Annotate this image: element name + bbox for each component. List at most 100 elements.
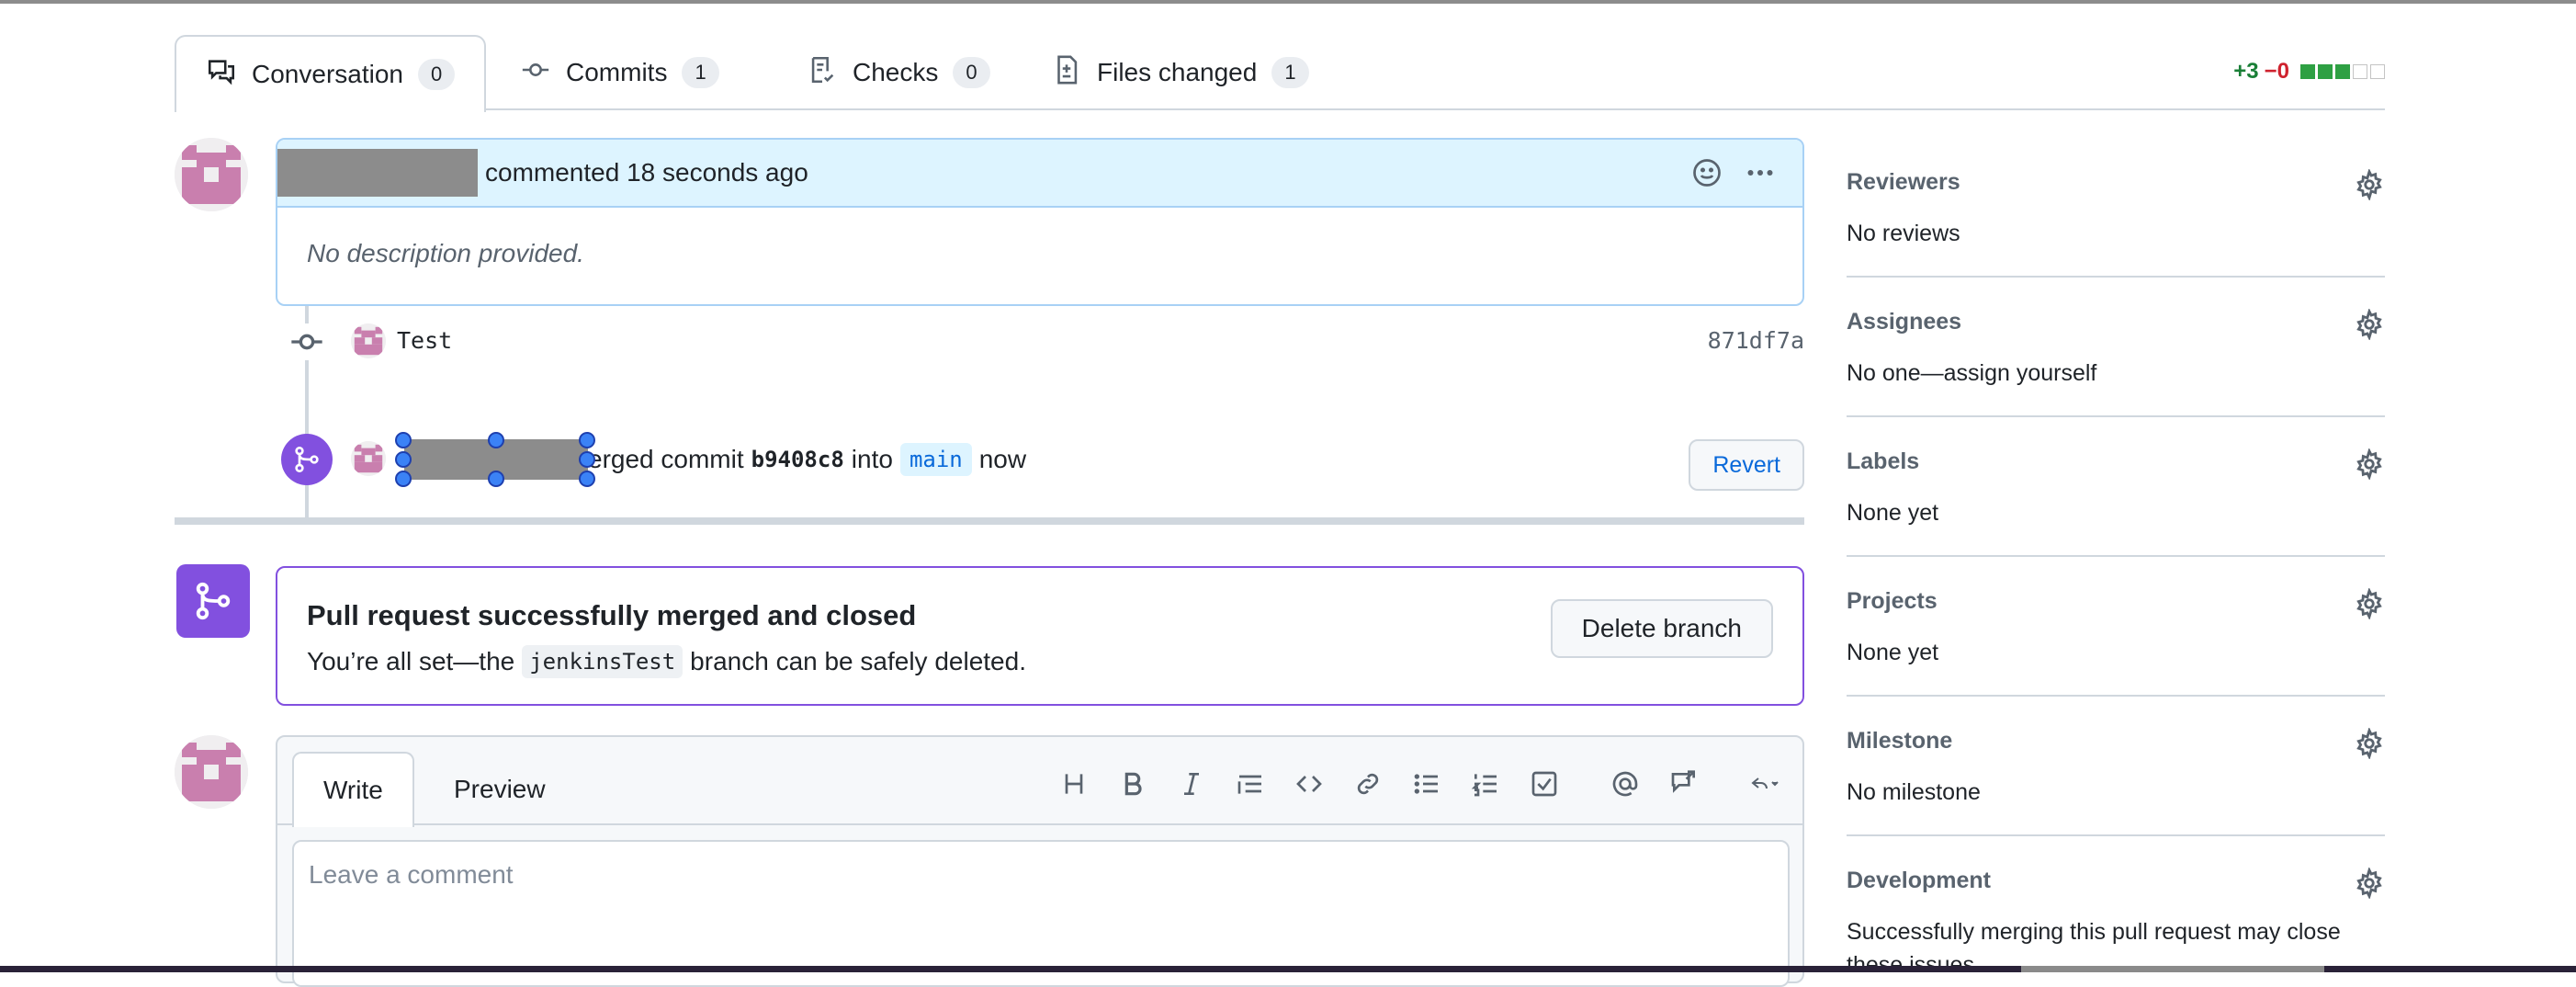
pr-tab-bar: Conversation 0 Commits 1 Checks 0 Files … [175, 35, 2385, 112]
comment-header: commented 18 seconds ago [277, 140, 1802, 208]
sidebar-title: Assignees [1847, 309, 1962, 335]
merged-subtitle-after: branch can be safely deleted. [690, 647, 1026, 675]
tab-preview[interactable]: Preview [424, 752, 575, 827]
tab-checks[interactable]: Checks 0 [777, 35, 1020, 110]
commit-sha-link[interactable]: 871df7a [1708, 327, 1804, 354]
timeline-divider [175, 517, 1804, 525]
diffstat-blocks [2300, 64, 2385, 79]
tab-write[interactable]: Write [292, 752, 414, 827]
sidebar-value: None yet [1847, 500, 1939, 526]
sidebar-value[interactable]: No one—assign yourself [1847, 357, 2361, 390]
selection-handle[interactable] [395, 451, 412, 468]
window-bottom-segment [2021, 966, 2324, 972]
sidebar-value: No milestone [1847, 779, 1981, 805]
selection-handle[interactable] [579, 432, 595, 448]
tab-commits[interactable]: Commits 1 [491, 35, 749, 110]
comment-discussion-icon [206, 56, 237, 94]
tab-conversation[interactable]: Conversation 0 [175, 35, 487, 112]
git-merge-icon [281, 434, 333, 485]
diffstat-block [2370, 64, 2385, 79]
pr-sidebar: Reviewers No reviews Assignees No one—as… [1847, 138, 2385, 978]
merge-description: erged commit b9408c8 into main now [395, 432, 1026, 487]
avatar[interactable] [351, 323, 386, 358]
diffstat-block [2335, 64, 2350, 79]
file-diff-icon [1051, 54, 1082, 92]
sidebar-assignees: Assignees No one—assign yourself [1847, 278, 2385, 417]
gear-icon[interactable] [2354, 168, 2385, 201]
sidebar-title: Projects [1847, 588, 1938, 614]
selection-handle[interactable] [579, 471, 595, 487]
sidebar-reviewers: Reviewers No reviews [1847, 138, 2385, 278]
tab-label: Files changed [1097, 58, 1258, 86]
markdown-toolbar [1053, 763, 1786, 805]
comment-meta[interactable]: commented 18 seconds ago [485, 158, 808, 187]
selection-handle[interactable] [488, 471, 504, 487]
pr-description-comment: commented 18 seconds ago No description … [276, 138, 1804, 306]
redacted-username [277, 149, 478, 197]
gear-icon[interactable] [2354, 727, 2385, 760]
commit-message-link[interactable]: Test [397, 327, 452, 354]
merge-commit-sha-link[interactable]: b9408c8 [751, 447, 844, 472]
kebab-horizontal-icon[interactable] [1744, 156, 1777, 196]
commit-icon [520, 54, 551, 92]
diffstat-additions: +3 [2233, 59, 2259, 84]
merge-into-text: into [851, 445, 893, 473]
merged-status-box: Pull request successfully merged and clo… [276, 566, 1804, 706]
code-icon[interactable] [1288, 763, 1330, 805]
tab-label: Conversation [252, 60, 403, 88]
avatar[interactable] [175, 138, 248, 211]
window-bottom-edge [0, 966, 2576, 972]
unordered-list-icon[interactable] [1406, 763, 1448, 805]
comment-body: No description provided. [307, 239, 584, 267]
smiley-icon[interactable] [1690, 156, 1723, 196]
sidebar-development: Development Successfully merging this pu… [1847, 836, 2385, 978]
git-commit-icon [288, 323, 325, 360]
revert-button[interactable]: Revert [1689, 439, 1804, 491]
gear-icon[interactable] [2354, 308, 2385, 341]
selection-handle[interactable] [488, 432, 504, 448]
comment-actions [1690, 156, 1777, 196]
diffstat-deletions: −0 [2264, 59, 2289, 84]
sidebar-value: No reviews [1847, 221, 1960, 246]
sidebar-title: Development [1847, 868, 1991, 893]
diffstat[interactable]: +3 −0 [2233, 59, 2385, 85]
merged-subtitle-before: You’re all set—the [307, 647, 515, 675]
gear-icon[interactable] [2354, 867, 2385, 900]
heading-icon[interactable] [1053, 763, 1095, 805]
selection-handle[interactable] [395, 471, 412, 487]
link-icon[interactable] [1347, 763, 1389, 805]
diffstat-block [2300, 64, 2315, 79]
base-branch-label[interactable]: main [899, 443, 972, 476]
gear-icon[interactable] [2354, 448, 2385, 481]
merge-time[interactable]: now [979, 445, 1026, 474]
redacted-username-selection[interactable] [395, 432, 595, 487]
mention-icon[interactable] [1604, 763, 1646, 805]
tab-counter: 0 [953, 57, 990, 88]
editor-tabs: Write Preview [277, 737, 1802, 827]
window-top-border [0, 0, 2576, 4]
quote-icon[interactable] [1229, 763, 1271, 805]
merged-title: Pull request successfully merged and clo… [307, 599, 917, 631]
tab-counter: 1 [682, 57, 719, 88]
timeline-merge-event: erged commit b9408c8 into main now Rever… [281, 432, 1804, 491]
gear-icon[interactable] [2354, 587, 2385, 620]
bold-icon[interactable] [1112, 763, 1154, 805]
sidebar-projects: Projects None yet [1847, 557, 2385, 697]
avatar[interactable] [175, 735, 248, 809]
selection-handle[interactable] [395, 432, 412, 448]
task-list-icon[interactable] [1523, 763, 1565, 805]
ordered-list-icon[interactable] [1464, 763, 1507, 805]
delete-branch-button[interactable]: Delete branch [1550, 599, 1773, 658]
tab-counter: 1 [1271, 57, 1309, 88]
selection-handle[interactable] [579, 451, 595, 468]
tab-files-changed[interactable]: Files changed 1 [1022, 35, 1339, 110]
diffstat-block [2353, 64, 2367, 79]
cross-reference-icon[interactable] [1663, 763, 1705, 805]
merge-prefix-text: erged commit [588, 445, 744, 473]
comment-textarea[interactable]: Leave a comment [292, 840, 1790, 987]
reply-dropdown-icon[interactable] [1744, 763, 1786, 805]
italic-icon[interactable] [1170, 763, 1213, 805]
avatar[interactable] [351, 441, 386, 476]
diffstat-block [2318, 64, 2333, 79]
git-merge-icon [176, 564, 250, 638]
